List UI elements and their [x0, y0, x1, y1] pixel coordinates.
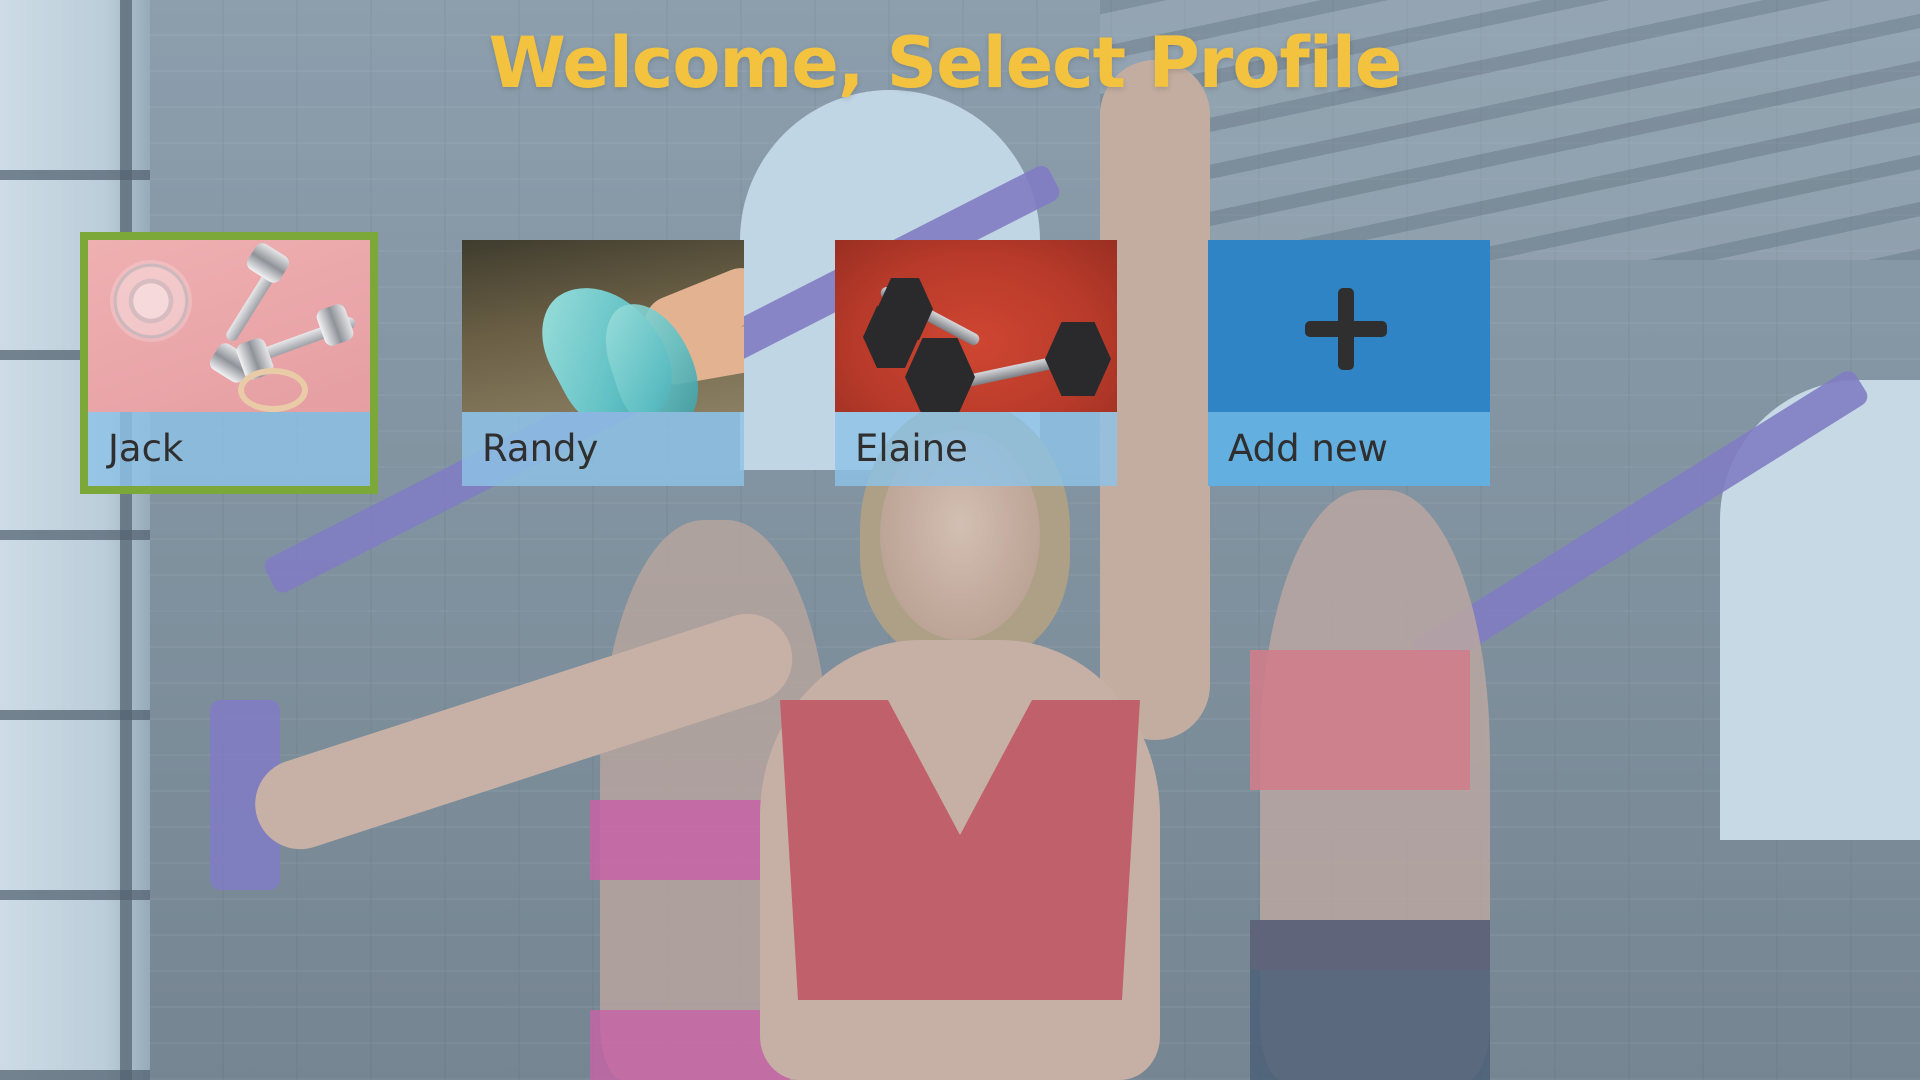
profile-tile-randy[interactable]: Randy	[462, 240, 744, 486]
profile-avatar-sneakers	[462, 240, 744, 412]
add-profile-button[interactable]: Add new	[1208, 240, 1490, 486]
plus-icon	[1305, 288, 1387, 370]
profile-tile-jack[interactable]: Jack	[80, 232, 378, 494]
background-photo	[0, 0, 1920, 1080]
profile-avatar-dumbbells	[88, 240, 370, 412]
page-title: Welcome, Select Profile	[488, 22, 1403, 104]
profile-select-screen: Welcome, Select Profile Jack Randy Elain…	[0, 0, 1920, 1080]
add-profile-image	[1208, 240, 1490, 412]
profile-name: Jack	[88, 412, 370, 486]
profile-name: Elaine	[835, 412, 1117, 486]
profile-tile-elaine[interactable]: Elaine	[835, 240, 1117, 486]
profile-name: Randy	[462, 412, 744, 486]
profile-avatar-hex-dumbbells	[835, 240, 1117, 412]
add-profile-label: Add new	[1208, 412, 1490, 486]
